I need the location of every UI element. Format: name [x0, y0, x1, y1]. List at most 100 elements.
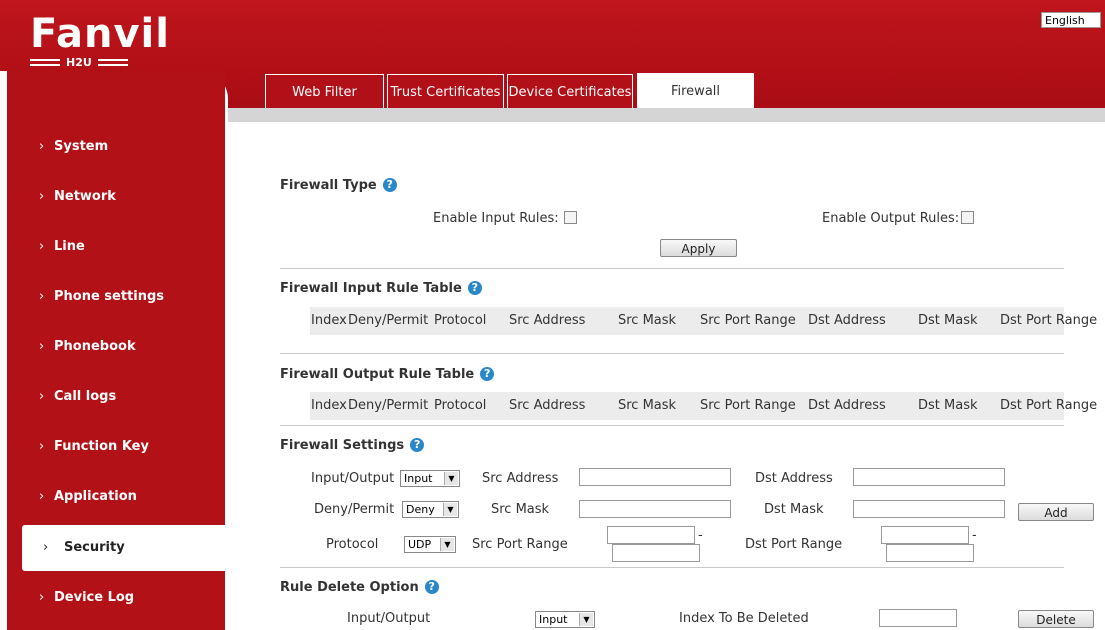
column-header: Src Port Range [700, 398, 796, 413]
dropdown-arrow-icon: ▼ [440, 538, 454, 551]
divider [280, 353, 1064, 354]
chevron-right-icon: › [39, 189, 45, 204]
fanvil-logo: Fanvil H2U [30, 14, 170, 69]
dst-mask-input[interactable] [853, 500, 1005, 518]
output-rule-table-header: Index Deny/Permit Protocol Src Address S… [310, 392, 1097, 420]
enable-input-rules-checkbox[interactable] [564, 211, 577, 224]
enable-output-rules-checkbox[interactable] [961, 211, 974, 224]
input-output-label: Input/Output [311, 471, 395, 486]
column-header: Deny/Permit [348, 313, 429, 328]
column-header: Dst Address [808, 313, 886, 328]
logo-subtitle: H2U [30, 56, 170, 69]
chevron-right-icon: › [39, 439, 45, 454]
apply-button[interactable]: Apply [660, 239, 737, 257]
input-rule-table-title: Firewall Input Rule Table? [280, 281, 482, 296]
divider [280, 268, 1064, 269]
chevron-right-icon: › [39, 389, 45, 404]
chevron-right-icon: › [39, 339, 45, 354]
protocol-label: Protocol [326, 537, 379, 552]
input-output-select[interactable]: Input ▼ [400, 470, 460, 487]
column-header: Index [311, 398, 347, 413]
chevron-right-icon: › [39, 590, 45, 605]
sidebar-item-function-key[interactable]: › Function Key [7, 424, 225, 470]
column-header: Src Address [509, 313, 586, 328]
chevron-right-icon: › [39, 489, 45, 504]
logo-text: Fanvil [30, 11, 170, 57]
enable-output-rules-label: Enable Output Rules: [822, 211, 960, 226]
help-icon[interactable]: ? [424, 580, 439, 594]
index-to-be-deleted-label: Index To Be Deleted [679, 611, 809, 626]
sidebar-item-device-log[interactable]: › Device Log [7, 575, 225, 621]
output-rule-table-title: Firewall Output Rule Table? [280, 367, 495, 382]
dropdown-arrow-icon: ▼ [444, 472, 458, 485]
sidebar-item-system[interactable]: › System [7, 124, 225, 170]
divider [280, 567, 1064, 568]
sidebar-item-network[interactable]: › Network [7, 174, 225, 220]
range-separator: - [972, 528, 977, 543]
delete-button[interactable]: Delete [1018, 610, 1094, 628]
dst-mask-label: Dst Mask [764, 502, 824, 517]
tab-firewall[interactable]: Firewall [637, 73, 754, 109]
delete-input-output-label: Input/Output [347, 611, 431, 626]
help-icon[interactable]: ? [480, 367, 495, 381]
language-select[interactable]: English [1041, 12, 1101, 28]
src-mask-label: Src Mask [491, 502, 550, 517]
chevron-right-icon: › [39, 289, 45, 304]
dst-port-range-label: Dst Port Range [745, 537, 843, 552]
sidebar-item-line[interactable]: › Line [7, 224, 225, 270]
column-header: Index [311, 313, 347, 328]
column-header: Dst Address [808, 398, 886, 413]
column-header: Dst Port Range [1000, 313, 1098, 328]
rule-delete-option-title: Rule Delete Option? [280, 580, 439, 595]
range-separator: - [698, 528, 703, 543]
chevron-right-icon: › [39, 139, 45, 154]
sidebar-item-phonebook[interactable]: › Phonebook [7, 324, 225, 370]
dropdown-arrow-icon: ▼ [443, 503, 457, 516]
protocol-select[interactable]: UDP ▼ [404, 536, 456, 553]
dst-port-end-input[interactable] [886, 544, 974, 562]
firewall-type-title: Firewall Type? [280, 178, 397, 193]
column-header: Deny/Permit [348, 398, 429, 413]
sidebar-item-application[interactable]: › Application [7, 474, 225, 520]
dst-address-input[interactable] [853, 468, 1005, 486]
column-header: Src Port Range [700, 313, 796, 328]
chevron-right-icon: › [43, 540, 49, 555]
dropdown-arrow-icon: ▼ [579, 613, 593, 626]
logo-sub-text: H2U [66, 56, 92, 69]
src-address-label: Src Address [482, 471, 559, 486]
dst-address-label: Dst Address [755, 471, 833, 486]
index-to-be-deleted-input[interactable] [879, 609, 957, 627]
src-port-range-label: Src Port Range [472, 537, 568, 552]
column-header: Dst Port Range [1000, 398, 1098, 413]
src-address-input[interactable] [579, 468, 731, 486]
tab-trust-certificates[interactable]: Trust Certificates [387, 74, 504, 109]
column-header: Src Address [509, 398, 586, 413]
delete-input-output-select[interactable]: Input ▼ [535, 611, 595, 628]
sidebar-item-security[interactable]: › Security [22, 525, 225, 571]
sidebar-item-call-logs[interactable]: › Call logs [7, 374, 225, 420]
src-port-end-input[interactable] [612, 544, 700, 562]
enable-input-rules-label: Enable Input Rules: [433, 211, 559, 226]
column-header: Protocol [434, 313, 487, 328]
content-top-band [228, 108, 1105, 122]
deny-permit-select[interactable]: Deny ▼ [402, 501, 459, 518]
column-header: Dst Mask [918, 313, 978, 328]
column-header: Protocol [434, 398, 487, 413]
tab-web-filter[interactable]: Web Filter [265, 74, 384, 109]
column-header: Src Mask [618, 313, 677, 328]
chevron-right-icon: › [39, 239, 45, 254]
src-port-start-input[interactable] [607, 526, 695, 544]
help-icon[interactable]: ? [410, 438, 425, 452]
help-icon[interactable]: ? [382, 178, 397, 192]
firewall-settings-title: Firewall Settings? [280, 438, 425, 453]
src-mask-input[interactable] [579, 500, 731, 518]
sidebar-item-phone-settings[interactable]: › Phone settings [7, 274, 225, 320]
help-icon[interactable]: ? [467, 281, 482, 295]
tab-device-certificates[interactable]: Device Certificates [507, 74, 633, 109]
dst-port-start-input[interactable] [881, 526, 969, 544]
input-rule-table-header: Index Deny/Permit Protocol Src Address S… [310, 307, 1097, 335]
add-button[interactable]: Add [1018, 503, 1094, 521]
divider [280, 425, 1064, 426]
column-header: Src Mask [618, 398, 677, 413]
deny-permit-label: Deny/Permit [314, 502, 395, 517]
